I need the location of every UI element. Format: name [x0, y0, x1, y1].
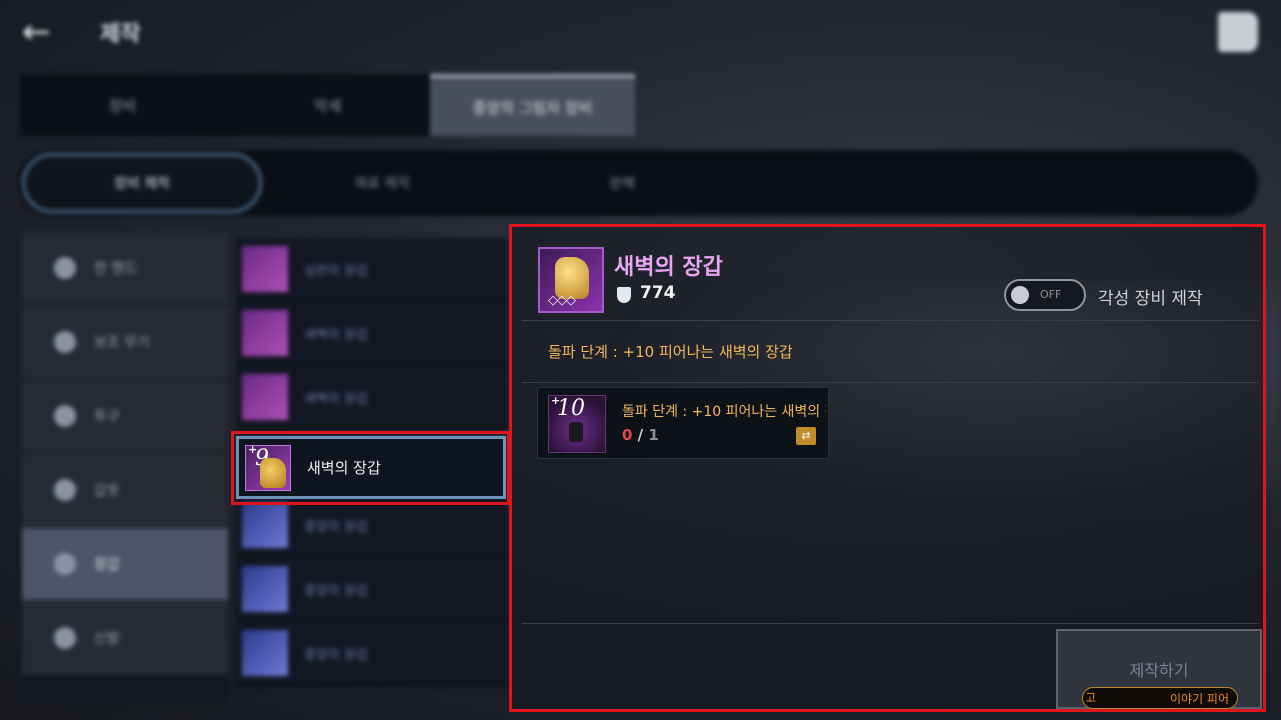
- arrow-left-icon[interactable]: ←: [22, 14, 66, 50]
- awakening-toggle[interactable]: OFF: [1004, 279, 1086, 311]
- toggle-knob: [1011, 286, 1029, 304]
- category-label: 투구: [94, 409, 120, 425]
- glove-icon: [260, 457, 286, 488]
- toggle-state: OFF: [1040, 288, 1062, 301]
- tab-equipment-craft[interactable]: 장비 제작: [22, 153, 262, 213]
- item-label: 새벽의 장갑: [307, 459, 381, 477]
- tab-accessory[interactable]: 악세: [225, 74, 430, 136]
- list-item[interactable]: 중앙의 장갑: [236, 558, 508, 622]
- item-thumbnail: [242, 374, 288, 420]
- list-item[interactable]: 심판의 장갑: [236, 238, 508, 302]
- item-thumbnail: ◇◇◇: [538, 247, 604, 313]
- item-thumbnail: [242, 502, 288, 548]
- divider: [522, 382, 1259, 383]
- item-name: 새벽의 장갑: [614, 255, 723, 280]
- top-bar: ← 제작: [0, 0, 1281, 64]
- helmet-icon: [54, 405, 76, 427]
- material-count: 0 / 1: [622, 426, 659, 444]
- list-item[interactable]: 새벽의 장갑: [236, 366, 508, 430]
- story-tag: 고 이야기 피어: [1082, 687, 1238, 709]
- awakening-label: 각성 장비 제작: [1098, 289, 1203, 309]
- tab-material-craft[interactable]: 재료 제작: [262, 153, 502, 213]
- tab-shadow-equipment[interactable]: 중앙의 그림자 장비: [430, 74, 635, 136]
- sword-icon: [54, 257, 76, 279]
- story-label: 이야기 피어: [1169, 692, 1229, 706]
- item-detail-panel: ◇◇◇ 새벽의 장갑 774 OFF 각성 장비 제작 돌파 단계 : +10 …: [509, 224, 1266, 712]
- category-list: 한 핸드 보조 무기 투구 갑옷 장갑 신발: [22, 232, 228, 702]
- item-label: 심판의 장갑: [304, 263, 368, 279]
- boots-icon: [54, 627, 76, 649]
- sub-tabs: 장비 제작 재료 제작 분해: [18, 150, 1258, 216]
- category-label: 보조 무기: [94, 335, 150, 351]
- craft-button-label: 제작하기: [1129, 661, 1189, 680]
- category-item[interactable]: 갑옷: [22, 454, 228, 528]
- list-item[interactable]: 중앙의 장갑: [236, 622, 508, 686]
- category-label: 장갑: [94, 557, 120, 573]
- combat-power: 774: [640, 283, 676, 303]
- category-item[interactable]: 신발: [22, 602, 228, 676]
- glove-icon: [569, 422, 583, 442]
- exit-door-icon[interactable]: [1218, 12, 1258, 52]
- armor-icon: [54, 479, 76, 501]
- category-label: 갑옷: [94, 483, 120, 499]
- shield-icon: [617, 287, 631, 303]
- item-label: 중앙의 장갑: [304, 583, 368, 599]
- item-thumbnail: [242, 566, 288, 612]
- item-label: 새벽의 장갑: [304, 327, 368, 343]
- swap-icon[interactable]: ⇄: [796, 427, 816, 445]
- item-thumbnail: [242, 630, 288, 676]
- category-item[interactable]: 투구: [22, 380, 228, 454]
- material-separator: /: [637, 426, 644, 444]
- tab-equipment[interactable]: 장비: [20, 74, 225, 136]
- divider: [522, 623, 1259, 624]
- material-name: 돌파 단계 : +10 피어나는 새벽의 장갑: [622, 404, 826, 420]
- gem-slots-icon: ◇◇◇: [548, 293, 576, 308]
- item-thumbnail: + 9: [245, 443, 291, 491]
- page-title: 제작: [100, 22, 141, 47]
- glove-icon: [54, 553, 76, 575]
- craft-button[interactable]: 제작하기 고 이야기 피어: [1056, 629, 1262, 709]
- material-owned: 0: [622, 426, 633, 444]
- category-label: 신발: [94, 631, 120, 647]
- item-label: 중앙의 장갑: [304, 647, 368, 663]
- category-item[interactable]: 장갑: [22, 528, 228, 602]
- selected-list-item[interactable]: + 9 새벽의 장갑: [236, 436, 506, 499]
- breakthrough-stage: 돌파 단계 : +10 피어나는 새벽의 장갑: [548, 343, 793, 361]
- enhance-level: 10: [557, 396, 585, 421]
- main-tabs: 장비 악세 중앙의 그림자 장비: [20, 74, 635, 136]
- item-label: 중앙의 장갑: [304, 519, 368, 535]
- material-thumbnail: + 10: [548, 394, 606, 453]
- material-card[interactable]: + 10 돌파 단계 : +10 피어나는 새벽의 장갑 0 / 1 ⇄: [537, 387, 829, 459]
- divider: [522, 320, 1259, 321]
- item-thumbnail: [242, 246, 288, 292]
- item-thumbnail: [242, 310, 288, 356]
- tab-disassemble[interactable]: 분해: [502, 153, 742, 213]
- item-label: 새벽의 장갑: [304, 391, 368, 407]
- story-prefix: 고: [1085, 691, 1097, 705]
- shield-icon: [54, 331, 76, 353]
- category-label: 한 핸드: [94, 261, 138, 277]
- material-required: 1: [648, 426, 659, 444]
- category-item[interactable]: 보조 무기: [22, 306, 228, 380]
- list-item[interactable]: 새벽의 장갑: [236, 302, 508, 366]
- category-item[interactable]: 한 핸드: [22, 232, 228, 306]
